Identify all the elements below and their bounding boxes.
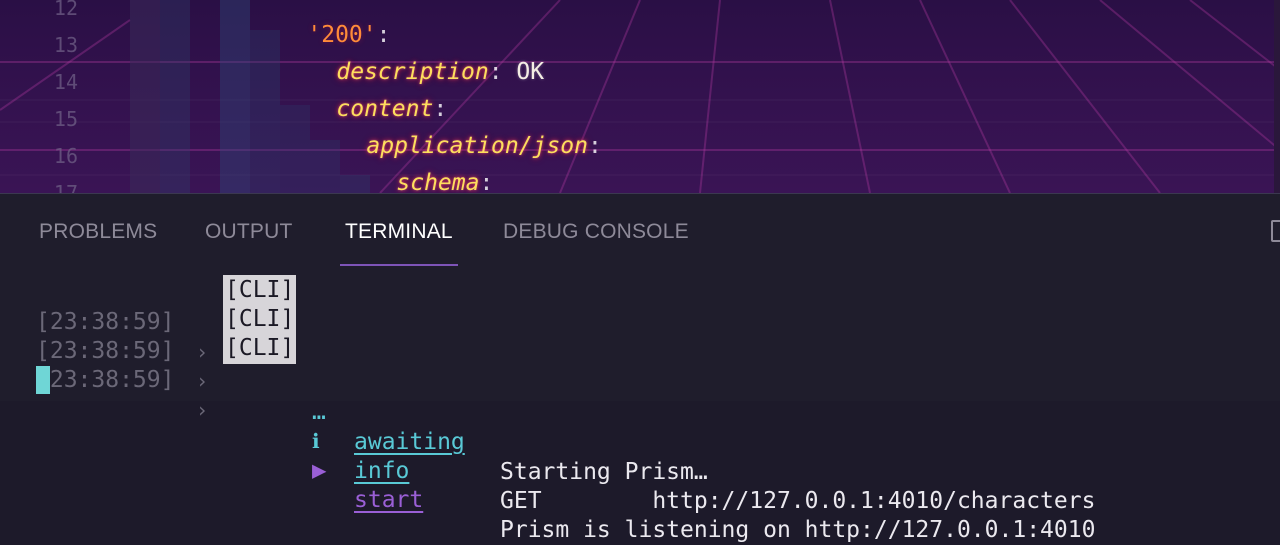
ellipsis-icon: … [312,399,326,425]
terminal-line: [23:38:59] › [CLI] ℹ info GET http://127… [36,304,1095,514]
timestamp: [23:38:59] [36,367,175,393]
chevron-right-icon: › [196,340,209,364]
play-icon: ▶ [312,456,327,484]
log-message: Starting Prism… [500,459,708,485]
tab-terminal[interactable]: TERMINAL [345,220,453,244]
code-line[interactable]: type: array [371,178,579,193]
status-awaiting: awaiting [354,429,465,455]
info-icon: ℹ [312,429,320,453]
yaml-value: OK [502,59,545,85]
cli-tag: [CLI] [223,275,297,306]
tab-debug-console[interactable]: DEBUG CONSOLE [503,220,689,244]
maximize-panel-icon[interactable] [1271,220,1280,242]
cli-tag: [CLI] [223,304,297,335]
status-info: info [354,458,410,484]
editor-scrollbar[interactable] [1274,0,1280,193]
tab-problems[interactable]: PROBLEMS [39,220,157,244]
cli-tag: [CLI] [223,333,297,364]
bottom-panel: PROBLEMS OUTPUT TERMINAL DEBUG CONSOLE [0,193,1280,401]
status-start: start [354,487,424,513]
yaml-colon: : [488,59,503,85]
code-editor[interactable]: 12 13 14 15 16 17 '200': description: OK… [0,0,1280,193]
panel-tab-bar: PROBLEMS OUTPUT TERMINAL DEBUG CONSOLE [0,194,1280,266]
terminal-line: [23:38:59] › [CLI] ▶ start Prism is list… [36,333,1095,543]
tab-output[interactable]: OUTPUT [205,220,293,244]
terminal-cursor[interactable] [36,366,50,394]
active-tab-indicator [340,264,458,266]
yaml-colon: : [587,133,602,159]
chevron-right-icon: › [196,369,209,393]
terminal-line: [23:38:59] › [CLI] … awaiting Starting P… [36,275,708,485]
log-message[interactable]: Prism is listening on http://127.0.0.1:4… [500,515,1095,545]
log-message[interactable]: GET http://127.0.0.1:4010/characters [500,486,1095,516]
